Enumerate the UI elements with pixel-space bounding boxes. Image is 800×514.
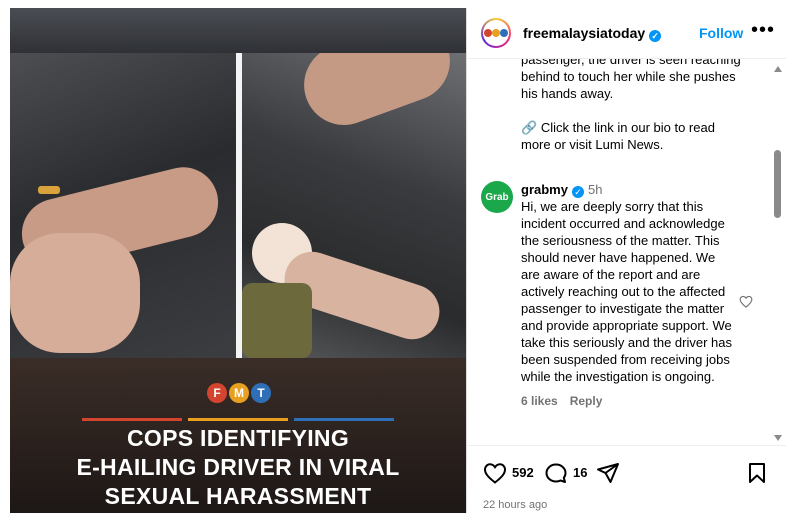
stripe-yellow bbox=[188, 418, 288, 421]
fmt-logo-f: F bbox=[207, 383, 227, 403]
comment: grabmy ✓ 5h Hi, we are deeply sorry that t… bbox=[521, 181, 733, 410]
comment-text: Hi, we are deeply sorry that this incide… bbox=[521, 199, 732, 384]
more-options-icon[interactable]: ••• bbox=[751, 19, 775, 42]
fmt-logo-t: T bbox=[251, 383, 271, 403]
post-sidebar: freemalaysiatoday ✓ Follow ••• passenger,… bbox=[466, 8, 786, 513]
comment-meta: 6 likes Reply bbox=[521, 393, 733, 410]
account-username-text[interactable]: freemalaysiatoday bbox=[523, 25, 645, 41]
comment-verified-badge-icon: ✓ bbox=[571, 186, 584, 198]
post-media[interactable]: F M T COPS IDENTIFYING E-HAILING DRIVER … bbox=[10, 8, 466, 513]
follow-button[interactable]: Follow bbox=[699, 25, 743, 41]
headline-line-2: E-HAILING DRIVER IN VIRAL bbox=[76, 454, 400, 480]
video-frame-right bbox=[242, 53, 466, 358]
link-icon: 🔗 bbox=[521, 120, 541, 135]
stripe-red bbox=[82, 418, 182, 421]
headline-line-1: COPS IDENTIFYING bbox=[126, 425, 350, 451]
comment-reply-button[interactable]: Reply bbox=[570, 394, 603, 408]
comments-scroll-area[interactable]: passenger, the driver is seen reaching b… bbox=[467, 59, 786, 444]
comment-bubble-icon[interactable] bbox=[544, 462, 568, 489]
comment-time[interactable]: 5h bbox=[588, 182, 602, 197]
comment-count[interactable]: 16 bbox=[573, 465, 587, 480]
scroll-down-arrow-icon[interactable] bbox=[774, 435, 782, 441]
caption-link-line: 🔗 Click the link in our bio to read more… bbox=[521, 119, 741, 153]
grab-avatar[interactable]: Grab bbox=[481, 181, 513, 213]
caption-text: passenger, the driver is seen reaching b… bbox=[521, 59, 741, 101]
comment-likes[interactable]: 6 likes bbox=[521, 394, 558, 408]
video-frame-left bbox=[10, 53, 236, 358]
post-header: freemalaysiatoday ✓ Follow ••• bbox=[467, 8, 786, 59]
post-time-ago[interactable]: 22 hours ago bbox=[483, 499, 547, 511]
like-count[interactable]: 592 bbox=[512, 465, 534, 480]
share-send-icon[interactable] bbox=[596, 462, 620, 489]
scroll-up-arrow-icon[interactable] bbox=[774, 66, 782, 72]
fmt-avatar-logo bbox=[483, 20, 509, 46]
save-bookmark-icon[interactable] bbox=[747, 462, 767, 489]
comments-scrollbar[interactable] bbox=[772, 66, 782, 441]
verified-badge-icon: ✓ bbox=[649, 30, 662, 42]
fmt-logo-m: M bbox=[229, 383, 249, 403]
post-caption: passenger, the driver is seen reaching b… bbox=[521, 59, 741, 170]
instagram-post: F M T COPS IDENTIFYING E-HAILING DRIVER … bbox=[10, 8, 786, 513]
account-username[interactable]: freemalaysiatoday ✓ bbox=[523, 25, 662, 42]
account-avatar[interactable] bbox=[481, 18, 511, 48]
like-heart-icon[interactable] bbox=[483, 462, 507, 489]
fmt-logo: F M T bbox=[207, 383, 271, 403]
scroll-thumb[interactable] bbox=[774, 150, 781, 218]
comment-username[interactable]: grabmy bbox=[521, 182, 568, 197]
comment-like-heart-icon[interactable] bbox=[739, 295, 753, 313]
post-actions-bar: 592 16 22 hours ago bbox=[467, 445, 786, 514]
headline-line-3: SEXUAL HARASSMENT bbox=[104, 483, 372, 509]
video-headline: COPS IDENTIFYING E-HAILING DRIVER IN VIR… bbox=[10, 424, 466, 511]
stripe-blue bbox=[294, 418, 394, 421]
video-top-strip bbox=[10, 8, 466, 53]
caption-link-text: Click the link in our bio to read more o… bbox=[521, 120, 715, 152]
